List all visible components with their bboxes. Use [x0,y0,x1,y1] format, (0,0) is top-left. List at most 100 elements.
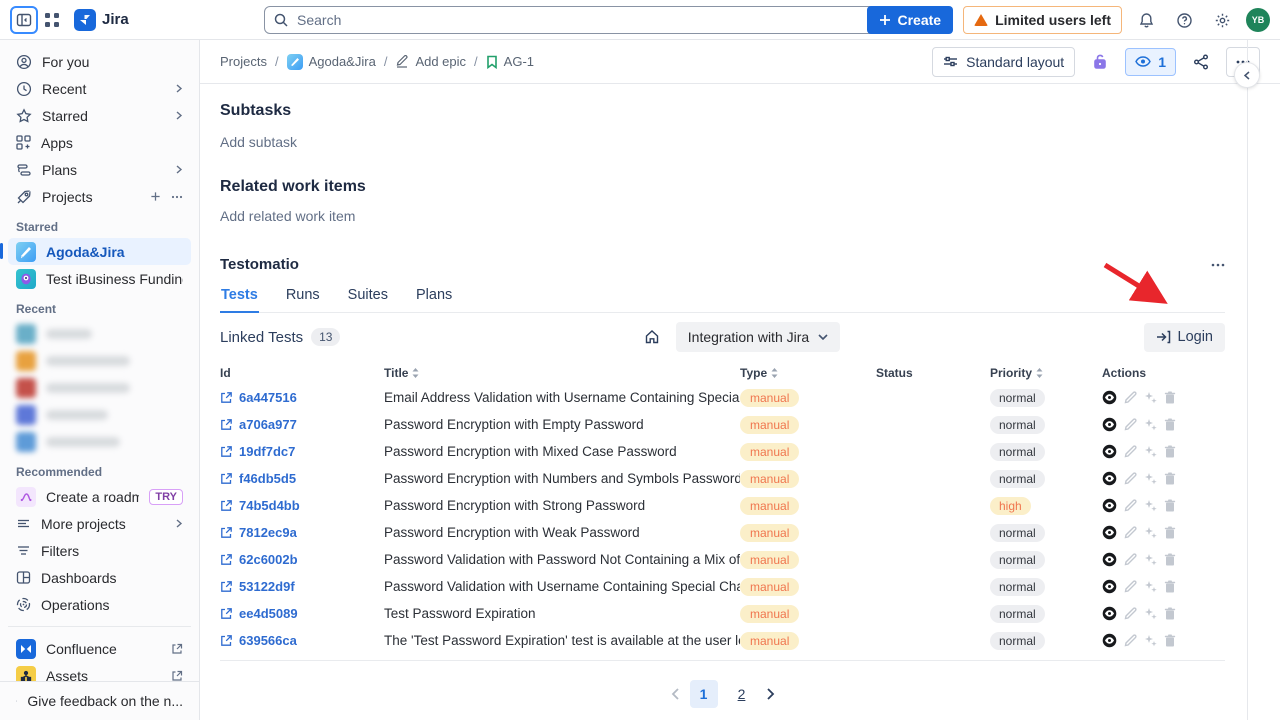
breadcrumb-project[interactable]: Agoda&Jira [287,54,376,70]
view-test-button[interactable] [1102,525,1117,540]
edit-test-button[interactable] [1124,580,1137,593]
delete-test-button[interactable] [1164,418,1176,431]
edit-test-button[interactable] [1124,391,1137,404]
test-id-link[interactable]: f46db5d5 [220,471,384,486]
column-header-type[interactable]: Type [740,366,876,380]
view-test-button[interactable] [1102,552,1117,567]
edit-test-button[interactable] [1124,499,1137,512]
user-avatar[interactable]: YB [1246,8,1270,32]
ai-action-button[interactable] [1144,445,1157,458]
tab-runs[interactable]: Runs [285,283,321,313]
sidebar-item-dashboards[interactable]: Dashboards [8,564,191,591]
app-switcher-button[interactable] [38,6,66,34]
delete-test-button[interactable] [1164,391,1176,404]
ai-action-button[interactable] [1144,553,1157,566]
recent-item-redacted[interactable] [8,374,191,401]
delete-test-button[interactable] [1164,445,1176,458]
more-projects-menu-icon[interactable] [171,191,183,203]
ai-action-button[interactable] [1144,580,1157,593]
view-test-button[interactable] [1102,471,1117,486]
ai-action-button[interactable] [1144,607,1157,620]
test-id-link[interactable]: 62c6002b [220,552,384,567]
standard-layout-button[interactable]: Standard layout [932,47,1075,77]
breadcrumb-projects[interactable]: Projects [220,54,267,69]
view-test-button[interactable] [1102,444,1117,459]
sidebar-item-starred[interactable]: Starred [8,102,191,129]
ai-action-button[interactable] [1144,526,1157,539]
test-id-link[interactable]: 53122d9f [220,579,384,594]
pagination-page-2[interactable]: 2 [728,680,756,708]
test-id-link[interactable]: 6a447516 [220,390,384,405]
test-id-link[interactable]: 74b5d4bb [220,498,384,513]
ai-action-button[interactable] [1144,634,1157,647]
breadcrumb-add-epic[interactable]: Add epic [395,54,466,69]
view-test-button[interactable] [1102,390,1117,405]
edit-test-button[interactable] [1124,445,1137,458]
expand-right-panel-button[interactable] [1234,62,1260,88]
delete-test-button[interactable] [1164,553,1176,566]
add-subtask-button[interactable]: Add subtask [220,134,1225,150]
view-test-button[interactable] [1102,498,1117,513]
watchers-button[interactable]: 1 [1125,48,1176,76]
column-header-title[interactable]: Title [384,366,740,380]
test-id-link[interactable]: 19df7dc7 [220,444,384,459]
breadcrumb-issue-key[interactable]: AG-1 [486,54,534,69]
ai-action-button[interactable] [1144,472,1157,485]
tab-suites[interactable]: Suites [347,283,389,313]
edit-test-button[interactable] [1124,634,1137,647]
edit-test-button[interactable] [1124,418,1137,431]
sidebar-item-plans[interactable]: Plans [8,156,191,183]
recent-item-redacted[interactable] [8,401,191,428]
tab-tests[interactable]: Tests [220,283,259,313]
column-header-priority[interactable]: Priority [990,366,1102,380]
view-test-button[interactable] [1102,606,1117,621]
settings-button[interactable] [1208,6,1236,34]
delete-test-button[interactable] [1164,580,1176,593]
delete-test-button[interactable] [1164,499,1176,512]
view-test-button[interactable] [1102,633,1117,648]
pagination-page-1[interactable]: 1 [690,680,718,708]
create-button[interactable]: Create [867,6,953,34]
help-button[interactable] [1170,6,1198,34]
sidebar-item-recent[interactable]: Recent [8,75,191,102]
sidebar-item-apps[interactable]: Apps [8,129,191,156]
test-id-link[interactable]: a706a977 [220,417,384,432]
edit-test-button[interactable] [1124,553,1137,566]
sidebar-item-more-projects[interactable]: More projects [8,510,191,537]
edit-test-button[interactable] [1124,607,1137,620]
testomatio-more-button[interactable] [1211,263,1225,267]
ai-action-button[interactable] [1144,499,1157,512]
test-id-link[interactable]: 7812ec9a [220,525,384,540]
test-id-link[interactable]: ee4d5089 [220,606,384,621]
edit-test-button[interactable] [1124,526,1137,539]
sidebar-item-filters[interactable]: Filters [8,537,191,564]
give-feedback-button[interactable]: Give feedback on the n... [0,681,199,720]
pagination-next-button[interactable] [766,688,775,700]
unlock-button[interactable] [1085,47,1115,77]
share-button[interactable] [1186,47,1216,77]
collapse-sidebar-button[interactable] [10,6,38,34]
view-test-button[interactable] [1102,579,1117,594]
login-button[interactable]: Login [1144,323,1225,352]
view-test-button[interactable] [1102,417,1117,432]
sidebar-item-for-you[interactable]: For you [8,48,191,75]
delete-test-button[interactable] [1164,634,1176,647]
test-id-link[interactable]: 639566ca [220,633,384,648]
recent-item-redacted[interactable] [8,428,191,455]
delete-test-button[interactable] [1164,526,1176,539]
sidebar-item-confluence[interactable]: Confluence [8,635,191,662]
add-related-item-button[interactable]: Add related work item [220,208,1225,224]
sidebar-project-test-ibusiness[interactable]: Test iBusiness Funding [8,265,191,292]
edit-test-button[interactable] [1124,472,1137,485]
ai-action-button[interactable] [1144,418,1157,431]
delete-test-button[interactable] [1164,607,1176,620]
delete-test-button[interactable] [1164,472,1176,485]
ai-action-button[interactable] [1144,391,1157,404]
recent-item-redacted[interactable] [8,347,191,374]
sidebar-item-projects[interactable]: Projects [8,183,191,210]
search-input[interactable] [264,6,920,34]
pagination-prev-button[interactable] [671,688,680,700]
tab-plans[interactable]: Plans [415,283,453,313]
sidebar-project-agoda-jira[interactable]: Agoda&Jira [8,238,191,265]
home-icon[interactable] [644,329,660,345]
